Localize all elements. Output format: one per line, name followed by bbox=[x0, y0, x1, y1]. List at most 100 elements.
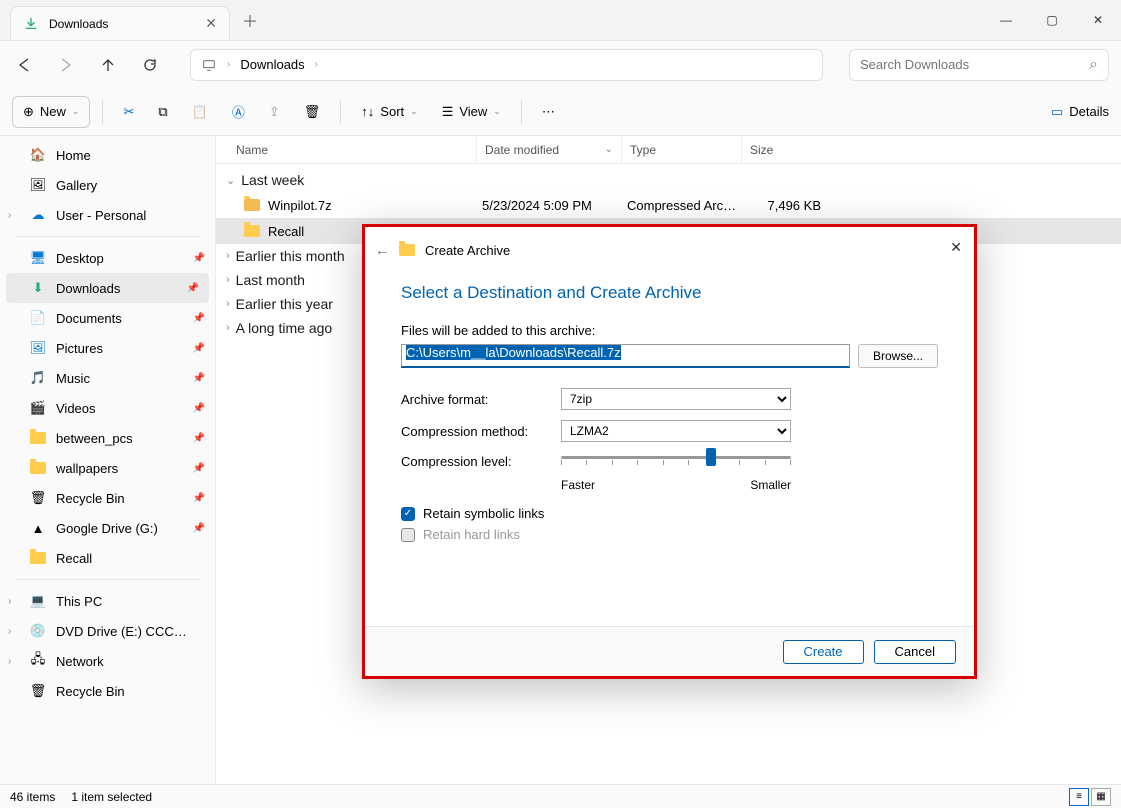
slider-thumb[interactable] bbox=[706, 448, 716, 466]
column-type[interactable]: Type bbox=[621, 136, 741, 163]
search-input[interactable] bbox=[860, 57, 1089, 72]
gdrive-icon: ▲ bbox=[30, 520, 46, 536]
view-label: View bbox=[459, 104, 487, 119]
minimize-button[interactable]: — bbox=[983, 0, 1029, 40]
checkbox-icon bbox=[401, 528, 415, 542]
sidebar-recycle-bin-2[interactable]: 🗑Recycle Bin bbox=[0, 676, 215, 706]
chevron-right-icon[interactable]: › bbox=[8, 210, 11, 221]
view-button[interactable]: ☰ View ⌄ bbox=[434, 96, 509, 128]
chevron-right-icon: › bbox=[226, 250, 230, 262]
forward-button[interactable] bbox=[54, 53, 78, 77]
address-bar[interactable]: › Downloads › bbox=[190, 49, 823, 81]
details-icon: ▭ bbox=[1051, 104, 1063, 120]
search-box[interactable]: ⌕ bbox=[849, 49, 1109, 81]
column-date[interactable]: Date modified bbox=[476, 136, 621, 163]
level-label: Compression level: bbox=[401, 452, 561, 469]
folder-icon bbox=[30, 460, 46, 476]
file-row[interactable]: Winpilot.7z 5/23/2024 5:09 PM Compressed… bbox=[216, 192, 1121, 218]
archive-path-input[interactable]: C:\Users\m__la\Downloads\Recall.7z bbox=[401, 344, 850, 368]
trash-icon: 🗑 bbox=[304, 104, 321, 120]
selection-count: 1 item selected bbox=[71, 790, 152, 804]
sidebar-wallpapers[interactable]: wallpapers📌 bbox=[0, 453, 215, 483]
back-button[interactable] bbox=[12, 53, 36, 77]
rename-button[interactable]: Ⓐ bbox=[224, 96, 253, 128]
details-label: Details bbox=[1069, 104, 1109, 119]
method-label: Compression method: bbox=[401, 424, 561, 439]
details-pane-button[interactable]: ▭ Details bbox=[1051, 104, 1109, 120]
sidebar-pictures[interactable]: 🖼Pictures📌 bbox=[0, 333, 215, 363]
pin-icon: 📌 bbox=[193, 433, 205, 444]
sidebar-desktop[interactable]: 🖥Desktop📌 bbox=[0, 243, 215, 273]
cut-button[interactable]: ✂ bbox=[115, 96, 142, 128]
share-button[interactable]: ⇪ bbox=[261, 96, 288, 128]
group-last-week[interactable]: ⌄Last week bbox=[216, 168, 1121, 192]
plus-icon: ⊕ bbox=[23, 104, 34, 120]
sidebar-documents[interactable]: 📄Documents📌 bbox=[0, 303, 215, 333]
document-icon: 📄 bbox=[30, 310, 46, 326]
sidebar-videos[interactable]: 🎬Videos📌 bbox=[0, 393, 215, 423]
sort-icon: ↑↓ bbox=[361, 104, 374, 119]
more-button[interactable]: ⋯ bbox=[534, 96, 563, 128]
slider-smaller-label: Smaller bbox=[750, 478, 791, 492]
chevron-right-icon: › bbox=[226, 274, 230, 286]
sidebar-between-pcs[interactable]: between_pcs📌 bbox=[0, 423, 215, 453]
sidebar-google-drive[interactable]: ▲Google Drive (G:)📌 bbox=[0, 513, 215, 543]
compression-level-slider[interactable] bbox=[561, 452, 791, 472]
sidebar-recall[interactable]: Recall bbox=[0, 543, 215, 573]
paste-icon: 📋 bbox=[192, 104, 208, 120]
new-label: New bbox=[40, 104, 66, 119]
archive-format-select[interactable]: 7zip bbox=[561, 388, 791, 410]
sidebar-recycle-bin[interactable]: 🗑Recycle Bin📌 bbox=[0, 483, 215, 513]
column-size[interactable]: Size bbox=[741, 136, 831, 163]
cancel-button[interactable]: Cancel bbox=[874, 640, 956, 664]
back-icon[interactable]: ← bbox=[375, 242, 389, 258]
search-icon[interactable]: ⌕ bbox=[1089, 56, 1098, 74]
delete-button[interactable]: 🗑 bbox=[296, 96, 329, 128]
details-view-button[interactable]: ≡ bbox=[1069, 788, 1089, 806]
pc-icon: 💻 bbox=[30, 593, 46, 609]
titlebar: Downloads ✕ ＋ — ▢ ✕ bbox=[0, 0, 1121, 40]
window-tab[interactable]: Downloads ✕ bbox=[10, 6, 230, 40]
retain-symlinks-checkbox[interactable]: ✓ Retain symbolic links bbox=[401, 506, 938, 521]
chevron-right-icon: › bbox=[226, 298, 230, 310]
up-button[interactable] bbox=[96, 53, 120, 77]
checkbox-icon: ✓ bbox=[401, 507, 415, 521]
folder-icon bbox=[399, 242, 415, 258]
sidebar-music[interactable]: 🎵Music📌 bbox=[0, 363, 215, 393]
chevron-down-icon: ⌄ bbox=[72, 106, 80, 117]
chevron-right-icon: › bbox=[315, 59, 318, 70]
slider-faster-label: Faster bbox=[561, 478, 595, 492]
refresh-button[interactable] bbox=[138, 53, 162, 77]
sidebar-network[interactable]: ›🖧Network bbox=[0, 646, 215, 676]
sidebar-downloads[interactable]: ⬇Downloads📌 bbox=[6, 273, 209, 303]
chevron-right-icon[interactable]: › bbox=[8, 596, 11, 607]
close-button[interactable]: ✕ bbox=[1075, 0, 1121, 40]
close-icon[interactable]: ✕ bbox=[950, 239, 962, 256]
maximize-button[interactable]: ▢ bbox=[1029, 0, 1075, 40]
chevron-right-icon[interactable]: › bbox=[8, 626, 11, 637]
tab-title: Downloads bbox=[49, 17, 195, 31]
sidebar-this-pc[interactable]: ›💻This PC bbox=[0, 586, 215, 616]
chevron-right-icon[interactable]: › bbox=[8, 656, 11, 667]
compression-method-select[interactable]: LZMA2 bbox=[561, 420, 791, 442]
sidebar-dvd[interactable]: ›💿DVD Drive (E:) CCCOMA_X64 bbox=[0, 616, 215, 646]
pin-icon: 📌 bbox=[187, 283, 199, 294]
sidebar-onedrive[interactable]: ›☁User - Personal bbox=[0, 200, 215, 230]
video-icon: 🎬 bbox=[30, 400, 46, 416]
browse-button[interactable]: Browse... bbox=[858, 344, 938, 368]
sidebar-gallery[interactable]: 🖼Gallery bbox=[0, 170, 215, 200]
copy-button[interactable]: ⧉ bbox=[150, 96, 175, 128]
sort-button[interactable]: ↑↓ Sort ⌄ bbox=[353, 96, 425, 128]
close-tab-icon[interactable]: ✕ bbox=[205, 15, 217, 32]
chevron-down-icon: ⌄ bbox=[410, 106, 418, 117]
thumbnails-view-button[interactable]: ▦ bbox=[1091, 788, 1111, 806]
sidebar-home[interactable]: 🏠Home bbox=[0, 140, 215, 170]
create-button[interactable]: Create bbox=[783, 640, 864, 664]
new-tab-button[interactable]: ＋ bbox=[242, 8, 258, 32]
folder-icon bbox=[244, 223, 260, 239]
chevron-right-icon: › bbox=[227, 59, 230, 70]
paste-button[interactable]: 📋 bbox=[184, 96, 216, 128]
new-button[interactable]: ⊕ New ⌄ bbox=[12, 96, 90, 128]
column-name[interactable]: Name bbox=[216, 143, 476, 157]
breadcrumb-location[interactable]: Downloads bbox=[240, 57, 304, 72]
